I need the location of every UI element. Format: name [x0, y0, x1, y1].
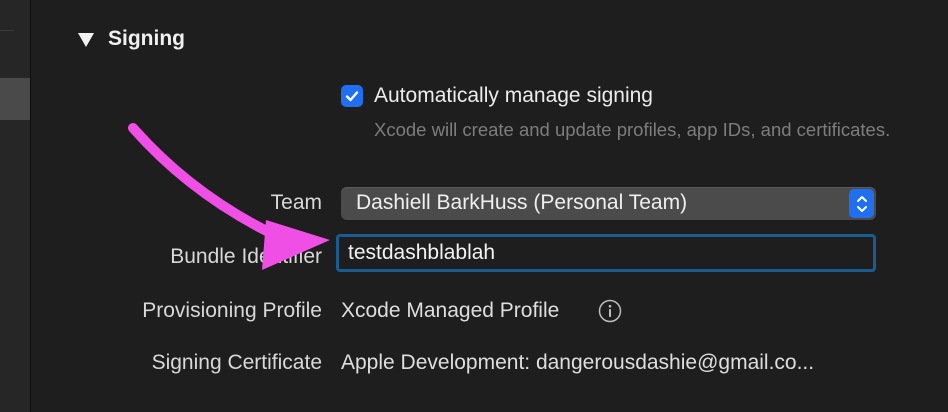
bundle-identifier-input[interactable] [339, 237, 873, 269]
info-circle-icon[interactable] [598, 299, 622, 323]
signing-certificate-label: Signing Certificate [151, 351, 322, 374]
team-popup-value: Dashiell BarkHuss (Personal Team) [356, 191, 688, 214]
chevron-up-down-icon[interactable] [849, 189, 874, 218]
provisioning-profile-value: Xcode Managed Profile [341, 299, 560, 322]
sidebar-divider [0, 30, 14, 31]
sidebar-selected-row[interactable] [0, 78, 30, 120]
checkmark-icon [345, 91, 359, 102]
team-popup-button[interactable]: Dashiell BarkHuss (Personal Team) [341, 187, 876, 220]
auto-manage-signing-label[interactable]: Automatically manage signing [374, 84, 653, 108]
team-label: Team [270, 191, 322, 214]
auto-manage-signing-checkbox[interactable] [341, 85, 363, 107]
section-title: Signing [108, 27, 185, 50]
auto-signing-help-text: Xcode will create and update profiles, a… [374, 119, 891, 140]
signing-section-header[interactable]: Signing [78, 24, 185, 54]
disclosure-triangle-down-icon[interactable] [78, 33, 94, 47]
bundle-identifier-label: Bundle Identifier [170, 245, 322, 268]
signing-certificate-value: Apple Development: dangerousdashie@gmail… [341, 351, 815, 374]
sidebar-edge [0, 0, 31, 412]
provisioning-profile-label: Provisioning Profile [142, 299, 322, 322]
bundle-identifier-field[interactable] [336, 234, 876, 272]
